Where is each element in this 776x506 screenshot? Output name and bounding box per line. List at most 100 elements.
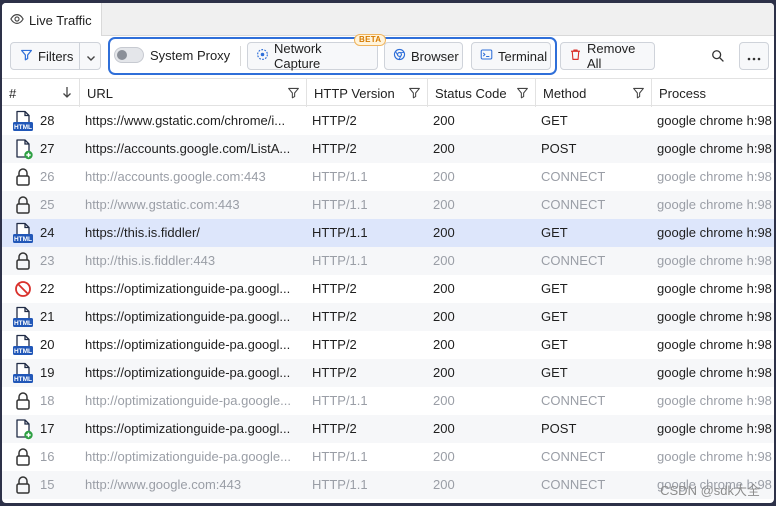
document-add-icon — [12, 418, 34, 440]
trash-icon — [569, 48, 582, 64]
row-http-version: HTTP/1.1 — [312, 197, 368, 212]
table-row[interactable]: HTML 20 https://optimizationguide-pa.googl… — [2, 331, 774, 359]
table-row[interactable]: 25 http://www.gstatic.com:443 HTTP/1.1 200 C… — [2, 191, 774, 219]
row-status-code: 200 — [433, 365, 455, 380]
table-row[interactable]: HTML 28 https://www.gstatic.com/chrome/i..… — [2, 107, 774, 135]
row-process: google chrome h:98 — [657, 309, 772, 324]
row-number: 25 — [40, 197, 55, 212]
column-filter-icon[interactable] — [516, 86, 529, 102]
row-number: 27 — [40, 141, 55, 156]
column-header-http-version[interactable]: HTTP Version — [307, 79, 428, 107]
row-method: CONNECT — [541, 477, 606, 492]
row-http-version: HTTP/2 — [312, 309, 357, 324]
row-http-version: HTTP/1.1 — [312, 449, 368, 464]
column-header-process[interactable]: Process — [652, 79, 774, 107]
row-method: CONNECT — [541, 253, 606, 268]
row-url: https://optimizationguide-pa.googl... — [85, 281, 291, 296]
search-icon[interactable] — [711, 49, 725, 66]
row-process: google chrome h:98 — [657, 365, 772, 380]
column-header-number[interactable]: # — [2, 79, 80, 107]
row-status-code: 200 — [433, 477, 455, 492]
row-number: 19 — [40, 365, 55, 380]
split-divider — [79, 43, 80, 69]
row-http-version: HTTP/2 — [312, 113, 357, 128]
row-number: 16 — [40, 449, 55, 464]
row-process: google chrome h:98 — [657, 197, 772, 212]
html-document-icon: HTML — [12, 110, 34, 132]
network-capture-label: Network Capture — [274, 41, 322, 71]
column-header-method[interactable]: Method — [536, 79, 652, 107]
row-status-code: 200 — [433, 253, 455, 268]
table-row[interactable]: 15 http://www.google.com:443 HTTP/1.1 200 CO… — [2, 471, 774, 499]
row-http-version: HTTP/1.1 — [312, 477, 368, 492]
row-process: google chrome h:98 — [657, 393, 772, 408]
lock-icon — [12, 390, 34, 412]
table-row[interactable]: 22 https://optimizationguide-pa.googl... H… — [2, 275, 774, 303]
column-header-status-code[interactable]: Status Code — [428, 79, 536, 107]
row-url: http://this.is.fiddler:443 — [85, 253, 216, 268]
svg-text:HTML: HTML — [14, 236, 32, 243]
table-row[interactable]: HTML 21 https://optimizationguide-pa.googl… — [2, 303, 774, 331]
column-label: HTTP Version — [314, 85, 395, 101]
column-filter-icon[interactable] — [408, 86, 421, 102]
row-url: https://accounts.google.com/ListA... — [85, 141, 291, 156]
row-status-code: 200 — [433, 393, 455, 408]
column-label: Status Code — [435, 85, 507, 101]
column-header-url[interactable]: URL — [80, 79, 307, 107]
html-document-icon: HTML — [12, 334, 34, 356]
row-status-code: 200 — [433, 309, 455, 324]
row-process: google chrome h:98 — [657, 281, 772, 296]
network-capture-icon — [256, 48, 269, 64]
eye-icon — [10, 12, 24, 29]
svg-text:HTML: HTML — [14, 124, 32, 131]
row-number: 20 — [40, 337, 55, 352]
row-number: 23 — [40, 253, 55, 268]
table-row[interactable]: HTML 19 https://optimizationguide-pa.googl… — [2, 359, 774, 387]
table-row[interactable]: HTML 24 https://this.is.fiddler/HTTP/1.1 20… — [2, 219, 774, 247]
more-options-button[interactable] — [739, 42, 769, 70]
filters-button[interactable]: Filters — [10, 42, 101, 70]
svg-text:HTML: HTML — [14, 348, 32, 355]
tab-strip: Live Traffic — [2, 3, 774, 37]
terminal-icon — [480, 48, 493, 64]
table-row[interactable]: 16 http://optimizationguide-pa.google... H… — [2, 443, 774, 471]
table-row[interactable]: 27 https://accounts.google.com/ListA... HT… — [2, 135, 774, 163]
browser-button[interactable]: Browser — [384, 42, 463, 70]
column-label: URL — [87, 85, 114, 101]
row-process: google chrome h:98 — [657, 169, 772, 184]
table-row[interactable]: 17 https://optimizationguide-pa.googl... H… — [2, 415, 774, 443]
row-number: 26 — [40, 169, 55, 184]
column-filter-icon[interactable] — [632, 86, 645, 102]
chevron-down-icon[interactable] — [86, 51, 96, 66]
document-add-icon — [12, 138, 34, 160]
row-number: 28 — [40, 113, 55, 128]
html-document-icon: HTML — [12, 306, 34, 328]
system-proxy-toggle[interactable] — [114, 47, 144, 63]
network-capture-button[interactable]: Network Capture — [247, 41, 378, 71]
row-status-code: 200 — [433, 449, 455, 464]
row-url: https://optimizationguide-pa.googl... — [85, 365, 291, 380]
row-method: GET — [541, 309, 568, 324]
row-process: google chrome h:98 — [657, 225, 772, 240]
toolbar-divider — [240, 46, 241, 66]
row-method: POST — [541, 141, 577, 156]
table-row[interactable]: 26 http://accounts.google.com:443 HTTP/1.1… — [2, 163, 774, 191]
row-http-version: HTTP/2 — [312, 337, 357, 352]
row-number: 17 — [40, 421, 55, 436]
watermark: CSDN @sdk大全 — [660, 483, 760, 498]
row-url: https://optimizationguide-pa.googl... — [85, 309, 291, 324]
browser-icon — [393, 48, 406, 64]
row-http-version: HTTP/1.1 — [312, 225, 368, 240]
terminal-button[interactable]: Terminal — [471, 42, 551, 70]
sort-descending-icon[interactable] — [62, 86, 72, 102]
table-row[interactable]: 23 http://this.is.fiddler:443 HTTP/1.1 200 C… — [2, 247, 774, 275]
row-status-code: 200 — [433, 197, 455, 212]
row-number: 15 — [40, 477, 55, 492]
tab-live-traffic[interactable]: Live Traffic — [2, 3, 102, 37]
row-method: GET — [541, 337, 568, 352]
row-status-code: 200 — [433, 141, 455, 156]
remove-all-button[interactable]: Remove All — [560, 41, 655, 71]
table-row[interactable]: 18 http://optimizationguide-pa.google... H… — [2, 387, 774, 415]
fiddler-window: Live Traffic Filters System Proxy Networ… — [2, 3, 774, 503]
column-filter-icon[interactable] — [287, 86, 300, 102]
